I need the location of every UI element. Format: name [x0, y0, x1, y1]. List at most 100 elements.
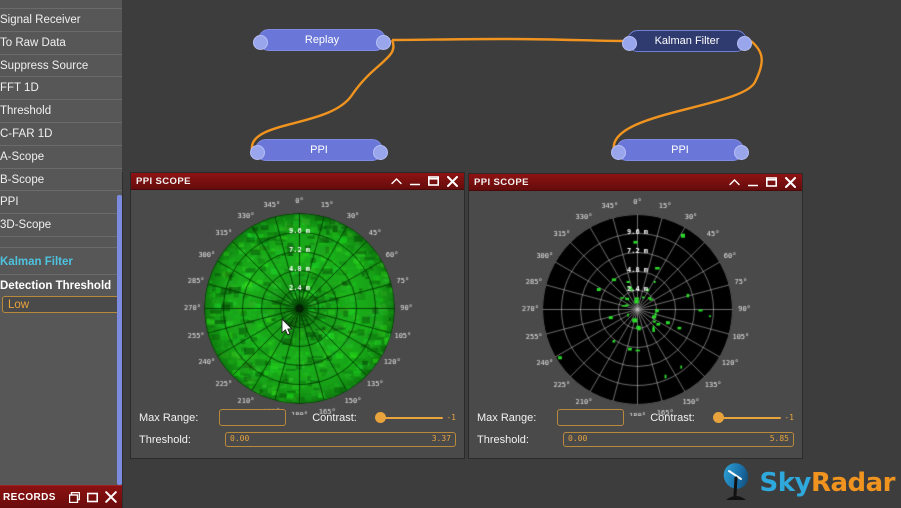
sidebar-item-label: FFT 1D: [0, 82, 39, 94]
node-port-in[interactable]: [611, 145, 626, 160]
ppi-scope-display-right[interactable]: [469, 191, 803, 416]
sidebar-item-label: B-Scope: [0, 174, 44, 186]
window-ppi-scope-left[interactable]: PPI Scope Max Range:: [130, 172, 465, 459]
node-port-in[interactable]: [250, 145, 265, 160]
sidebar-item-label: C-FAR 1D: [0, 128, 52, 140]
sidebar-item-fft-1d[interactable]: FFT 1D: [0, 77, 122, 100]
threshold-max-value: 3.37: [432, 434, 451, 443]
close-icon[interactable]: [447, 176, 458, 187]
collapse-icon[interactable]: [391, 177, 402, 186]
contrast-slider[interactable]: [715, 409, 781, 426]
slider-track: [715, 417, 781, 419]
logo-wordmark: SkyRadar: [759, 468, 895, 498]
node-port-in[interactable]: [622, 36, 637, 51]
satellite-dish-icon: [717, 462, 759, 504]
records-window-controls: [69, 491, 122, 503]
sidebar-item-signal-receiver[interactable]: Signal Receiver: [0, 9, 122, 32]
slider-track: [377, 417, 443, 419]
sidebar-item-to-raw-data[interactable]: To Raw Data: [0, 32, 122, 55]
node-graph-canvas[interactable]: Replay Kalman Filter PPI PPI: [122, 0, 901, 172]
sidebar-item-suppress-source[interactable]: Suppress Source: [0, 55, 122, 78]
window-titlebar[interactable]: PPI Scope: [131, 173, 464, 190]
sidebar-item-ppi[interactable]: PPI: [0, 191, 122, 214]
slider-knob[interactable]: [375, 412, 386, 423]
logo-text-radar: Radar: [811, 468, 895, 498]
sidebar-item-label: Suppress Source: [0, 60, 88, 72]
graph-node-kalman-filter[interactable]: Kalman Filter: [627, 30, 747, 52]
restore-icon[interactable]: [69, 492, 80, 503]
sidebar-scrollbar[interactable]: [117, 195, 122, 485]
sidebar-item-c-far-1d[interactable]: C-FAR 1D: [0, 123, 122, 146]
window-controls: [391, 176, 464, 187]
window-title: PPI Scope: [131, 176, 191, 187]
contrast-value: -1: [784, 413, 794, 422]
node-port-out[interactable]: [373, 145, 388, 160]
sidebar-item-threshold[interactable]: Threshold: [0, 100, 122, 123]
threshold-range-slider[interactable]: 0.00 5.85: [563, 432, 794, 447]
maximize-icon[interactable]: [87, 492, 98, 503]
sidebar-item-label: 3D-Scope: [0, 219, 51, 231]
graph-node-label: PPI: [310, 144, 328, 156]
window-body: Max Range: Contrast: -1 Threshold: 0.00 …: [131, 190, 464, 458]
contrast-slider[interactable]: [377, 409, 443, 426]
graph-node-label: Kalman Filter: [655, 35, 720, 47]
node-port-in[interactable]: [253, 35, 268, 50]
contrast-label: Contrast:: [312, 412, 377, 424]
graph-node-label: PPI: [671, 144, 689, 156]
close-icon[interactable]: [105, 491, 117, 503]
sidebar-section-title: Kalman Filter: [0, 248, 122, 275]
max-range-input[interactable]: [557, 409, 624, 426]
detection-threshold-select[interactable]: Low: [2, 296, 120, 313]
maximize-icon[interactable]: [766, 177, 777, 187]
minimize-icon[interactable]: [748, 178, 758, 187]
window-body: Max Range: Contrast: -1 Threshold: 0.00 …: [469, 191, 802, 458]
slider-knob[interactable]: [713, 412, 724, 423]
sidebar-item-label: PPI: [0, 196, 19, 208]
max-range-label: Max Range:: [477, 412, 557, 424]
ppi-scope-display-left[interactable]: [131, 190, 465, 415]
window-title: PPI Scope: [469, 177, 529, 188]
scope-controls-left: Max Range: Contrast: -1 Threshold: 0.00 …: [131, 408, 464, 452]
threshold-label: Threshold:: [477, 434, 563, 446]
sidebar-item-partial[interactable]: [0, 0, 122, 9]
sidebar-item-a-scope[interactable]: A-Scope: [0, 146, 122, 169]
sidebar-divider: [0, 237, 122, 248]
sidebar-item-label: Signal Receiver: [0, 14, 81, 26]
records-title: Records: [0, 492, 56, 503]
window-controls: [729, 177, 802, 188]
graph-node-ppi-right[interactable]: PPI: [616, 139, 744, 161]
window-titlebar[interactable]: PPI Scope: [469, 174, 802, 191]
close-icon[interactable]: [785, 177, 796, 188]
threshold-min-value: 0.00: [230, 434, 249, 443]
graph-links: [122, 0, 901, 172]
graph-node-ppi-left[interactable]: PPI: [255, 139, 383, 161]
window-ppi-scope-right[interactable]: PPI Scope Max Range:: [468, 173, 803, 459]
threshold-label: Threshold:: [139, 434, 225, 446]
sidebar-item-label: Threshold: [0, 105, 51, 117]
maximize-icon[interactable]: [428, 176, 439, 186]
app-root: Signal Receiver To Raw Data Suppress Sou…: [0, 0, 901, 508]
sidebar-item-3d-scope[interactable]: 3D-Scope: [0, 214, 122, 237]
minimize-icon[interactable]: [410, 177, 420, 186]
threshold-max-value: 5.85: [770, 434, 789, 443]
threshold-range-slider[interactable]: 0.00 3.37: [225, 432, 456, 447]
detection-threshold-label: Detection Threshold: [0, 275, 122, 295]
records-titlebar[interactable]: Records: [0, 485, 122, 508]
contrast-label: Contrast:: [650, 412, 715, 424]
sidebar-item-label: A-Scope: [0, 151, 44, 163]
sidebar-item-label: To Raw Data: [0, 37, 66, 49]
contrast-value: -1: [446, 413, 456, 422]
node-port-out[interactable]: [737, 36, 752, 51]
sidebar-item-b-scope[interactable]: B-Scope: [0, 169, 122, 192]
graph-node-label: Replay: [305, 34, 339, 46]
node-port-out[interactable]: [376, 35, 391, 50]
threshold-min-value: 0.00: [568, 434, 587, 443]
max-range-input[interactable]: [219, 409, 286, 426]
scope-controls-right: Max Range: Contrast: -1 Threshold: 0.00 …: [469, 408, 802, 452]
max-range-label: Max Range:: [139, 412, 219, 424]
logo-text-sky: Sky: [759, 468, 810, 498]
brand-logo: SkyRadar: [717, 462, 895, 504]
graph-node-replay[interactable]: Replay: [258, 29, 386, 51]
collapse-icon[interactable]: [729, 178, 740, 187]
node-port-out[interactable]: [734, 145, 749, 160]
